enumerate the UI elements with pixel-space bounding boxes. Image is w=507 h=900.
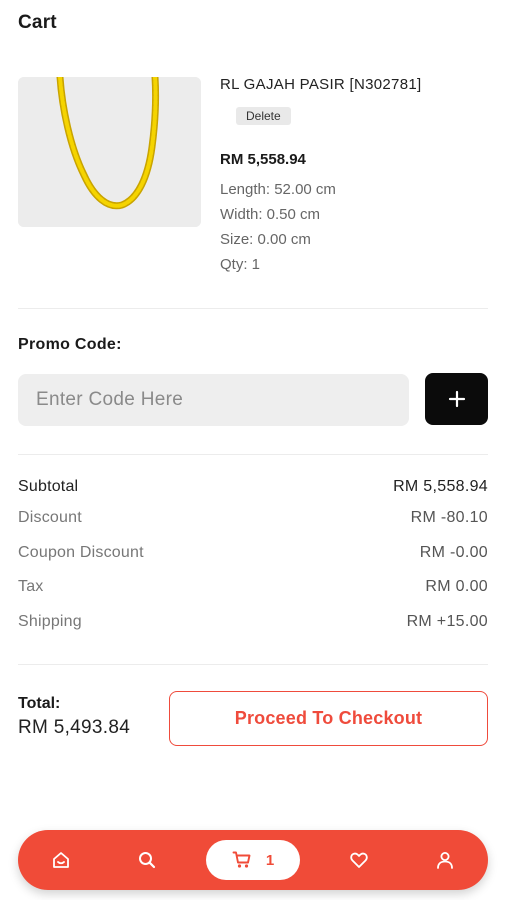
product-info: RL GAJAH PASIR [N302781] Delete RM 5,558… [220,75,488,274]
summary-label: Coupon Discount [18,543,144,561]
summary-row-coupon-discount: Coupon Discount RM -0.00 [18,544,488,579]
nav-profile[interactable] [430,830,460,890]
summary-value: RM -0.00 [419,543,488,561]
summary-row-discount: Discount RM -80.10 [18,509,488,544]
promo-label: Promo Code: [18,336,122,353]
page-title: Cart [18,12,57,33]
product-price: RM 5,558.94 [220,151,306,168]
summary-label: Shipping [18,612,82,630]
summary-value: RM +15.00 [406,612,488,630]
summary-row-shipping: Shipping RM +15.00 [18,613,488,648]
summary-label: Subtotal [18,478,79,495]
product-image[interactable] [18,77,201,227]
total-label: Total: [18,695,61,712]
product-name[interactable]: RL GAJAH PASIR [N302781] [220,75,488,95]
promo-add-button[interactable] [425,373,488,425]
plus-icon [448,390,465,408]
summary-row-tax: Tax RM 0.00 [18,578,488,613]
product-specs: Length: 52.00 cm Width: 0.50 cm Size: 0.… [220,181,488,274]
search-icon [139,852,156,869]
proceed-to-checkout-button[interactable]: Proceed To Checkout [169,691,488,746]
spec-width: Width: 0.50 cm [220,206,321,223]
spec-size: Size: 0.00 cm [220,231,311,248]
spec-qty: Qty: 1 [220,256,261,273]
summary-row-subtotal: Subtotal RM 5,558.94 [18,478,488,509]
nav-wishlist[interactable] [344,830,374,890]
divider [18,664,488,665]
user-icon [437,852,453,869]
divider [18,308,488,309]
spec-length: Length: 52.00 cm [220,181,336,198]
cart-icon [232,851,251,868]
bottom-nav: 1 [18,830,488,890]
home-icon [53,852,69,868]
nav-search[interactable] [132,830,162,890]
summary-value: RM -80.10 [410,509,488,526]
nav-cart[interactable]: 1 [206,840,300,880]
order-summary: Subtotal RM 5,558.94 Discount RM -80.10 … [18,478,488,647]
summary-value: RM 5,558.94 [393,478,488,495]
summary-value: RM 0.00 [425,578,488,595]
promo-code-input[interactable] [18,374,409,426]
gold-chain-image [18,77,201,227]
divider [18,454,488,455]
delete-button[interactable]: Delete [236,107,291,125]
total-value: RM 5,493.84 [18,717,131,738]
nav-home[interactable] [46,830,76,890]
heart-icon [350,852,368,868]
cart-count-badge: 1 [265,851,275,869]
summary-label: Discount [18,509,82,526]
cart-item: RL GAJAH PASIR [N302781] Delete RM 5,558… [18,75,488,307]
summary-label: Tax [18,578,44,595]
